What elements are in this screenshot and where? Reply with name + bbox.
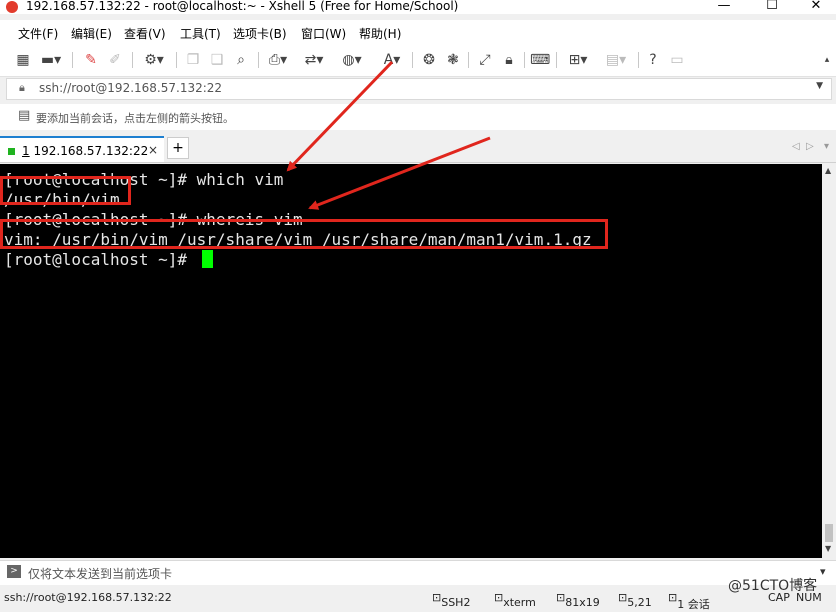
- scroll-down-icon[interactable]: ▼: [825, 544, 831, 553]
- tab-label: 1 192.168.57.132:22: [22, 144, 148, 158]
- hint-text: 要添加当前会话，点击左侧的箭头按钮。: [36, 112, 234, 125]
- toolbar-separator: [524, 52, 525, 68]
- toolbar-separator: [638, 52, 639, 68]
- tab-scroll-right-icon[interactable]: ▷: [806, 141, 814, 152]
- xftp-icon[interactable]: ❂: [420, 51, 438, 69]
- position-text: 5,21: [627, 596, 652, 609]
- term-text: xterm: [503, 596, 536, 609]
- menu-edit[interactable]: 编辑(E): [71, 25, 112, 42]
- compose-menu-icon[interactable]: ▾: [820, 565, 826, 578]
- font-icon[interactable]: A▾: [378, 51, 406, 69]
- paint-icon[interactable]: ✐: [106, 51, 124, 69]
- layout-icon[interactable]: ▤▾: [602, 51, 630, 69]
- protocol-text: SSH2: [441, 596, 471, 609]
- transfer-icon[interactable]: ⇄▾: [300, 51, 328, 69]
- toolbar: ▦ ▬▾ ✎ ✐ ⚙▾ ❐ ❑ ⌕ ⎙▾ ⇄▾ ◍▾ A▾ ❂ ❃ ⤢ 🔒︎ ⌨…: [0, 44, 836, 77]
- find-icon[interactable]: ⌕: [232, 51, 250, 69]
- address-text: ssh://root@192.168.57.132:22: [39, 81, 223, 95]
- xmanager-icon[interactable]: ❃: [444, 51, 462, 69]
- menu-bar: 文件(F) 编辑(E) 查看(V) 工具(T) 选项卡(B) 窗口(W) 帮助(…: [0, 20, 836, 44]
- compose-icon[interactable]: >: [7, 565, 21, 578]
- close-button[interactable]: ✕: [796, 0, 836, 14]
- open-folder-icon[interactable]: ▬▾: [38, 51, 64, 69]
- status-size: ⊡ 81x19: [556, 591, 600, 609]
- chevron-down-icon[interactable]: ▼: [816, 81, 823, 91]
- tab-number: 1: [22, 144, 30, 158]
- highlight-box-which: [0, 176, 131, 205]
- sessions-text: 1 会话: [677, 598, 710, 611]
- toolbar-separator: [412, 52, 413, 68]
- minimize-button[interactable]: —: [704, 0, 744, 14]
- lock-icon[interactable]: 🔒︎: [500, 51, 518, 69]
- lock-icon: 🔒︎: [19, 81, 25, 94]
- terminal-cursor: [202, 250, 213, 268]
- menu-tabs[interactable]: 选项卡(B): [233, 25, 287, 42]
- toolbar-separator: [132, 52, 133, 68]
- compose-bar[interactable]: > 仅将文本发送到当前选项卡 ▾: [0, 560, 836, 585]
- address-bar[interactable]: 🔒︎ ssh://root@192.168.57.132:22 ▼: [6, 78, 832, 100]
- maximize-button[interactable]: ☐: [752, 0, 792, 14]
- tab-session[interactable]: 1 192.168.57.132:22 ×: [0, 136, 164, 162]
- add-icon[interactable]: ⊞▾: [564, 51, 592, 69]
- title-bar: 192.168.57.132:22 - root@localhost:~ - X…: [0, 0, 836, 14]
- terminal-area[interactable]: [root@localhost ~]# which vim /usr/bin/v…: [0, 164, 822, 558]
- menu-tools[interactable]: 工具(T): [180, 25, 221, 42]
- toolbar-separator: [176, 52, 177, 68]
- add-tab-button[interactable]: +: [167, 137, 189, 159]
- menu-window[interactable]: 窗口(W): [301, 25, 346, 42]
- print-icon[interactable]: ⎙▾: [264, 51, 292, 69]
- globe-icon[interactable]: ◍▾: [338, 51, 366, 69]
- session-arrow-icon[interactable]: ▤: [18, 108, 30, 123]
- toolbar-separator: [258, 52, 259, 68]
- toolbar-separator: [468, 52, 469, 68]
- status-position: ⊡ 5,21: [618, 591, 652, 609]
- menu-view[interactable]: 查看(V): [124, 25, 166, 42]
- chat-icon[interactable]: ▭: [668, 51, 686, 69]
- compose-text: 仅将文本发送到当前选项卡: [28, 567, 173, 581]
- tab-close-icon[interactable]: ×: [148, 143, 158, 157]
- size-text: 81x19: [565, 596, 600, 609]
- toolbar-overflow-icon[interactable]: ▴: [822, 51, 832, 69]
- scrollbar-thumb[interactable]: [825, 524, 833, 542]
- properties-gear-icon[interactable]: ⚙▾: [140, 51, 168, 69]
- edit-pencil-icon[interactable]: ✎: [82, 51, 100, 69]
- xshell-logo-icon: [6, 1, 18, 13]
- status-protocol: ⊡ SSH2: [432, 591, 471, 609]
- toolbar-separator: [556, 52, 557, 68]
- window-title: 192.168.57.132:22 - root@localhost:~ - X…: [26, 0, 459, 13]
- tab-menu-icon[interactable]: ▾: [824, 141, 829, 152]
- paste-icon[interactable]: ❑: [208, 51, 226, 69]
- fullscreen-icon[interactable]: ⤢: [476, 51, 494, 69]
- tab-scroll-left-icon[interactable]: ◁: [792, 141, 800, 152]
- watermark: @51CTO博客: [728, 578, 818, 594]
- status-sessions: ⊡ 1 会话: [668, 591, 710, 611]
- menu-file[interactable]: 文件(F): [18, 25, 58, 42]
- status-bar: ssh://root@192.168.57.132:22 ⊡ SSH2 ⊡ xt…: [0, 586, 836, 611]
- help-icon[interactable]: ?: [644, 51, 662, 69]
- scroll-up-icon[interactable]: ▲: [825, 166, 831, 175]
- keyboard-icon[interactable]: ⌨: [530, 51, 550, 69]
- connected-status-icon: [8, 148, 15, 155]
- new-session-icon[interactable]: ▦: [14, 51, 32, 69]
- toolbar-separator: [72, 52, 73, 68]
- copy-icon[interactable]: ❐: [184, 51, 202, 69]
- vertical-scrollbar[interactable]: ▲ ▼: [822, 164, 836, 558]
- status-connection: ssh://root@192.168.57.132:22: [4, 591, 172, 604]
- menu-help[interactable]: 帮助(H): [359, 25, 401, 42]
- terminal-line: [root@localhost ~]#: [4, 250, 197, 269]
- tab-title: 192.168.57.132:22: [33, 144, 149, 158]
- status-terminal: ⊡ xterm: [494, 591, 536, 609]
- highlight-box-whereis: [0, 219, 608, 249]
- session-hint-bar: ▤ 要添加当前会话，点击左侧的箭头按钮。: [0, 104, 836, 130]
- tab-strip: 1 192.168.57.132:22 × + ◁ ▷ ▾: [0, 134, 836, 163]
